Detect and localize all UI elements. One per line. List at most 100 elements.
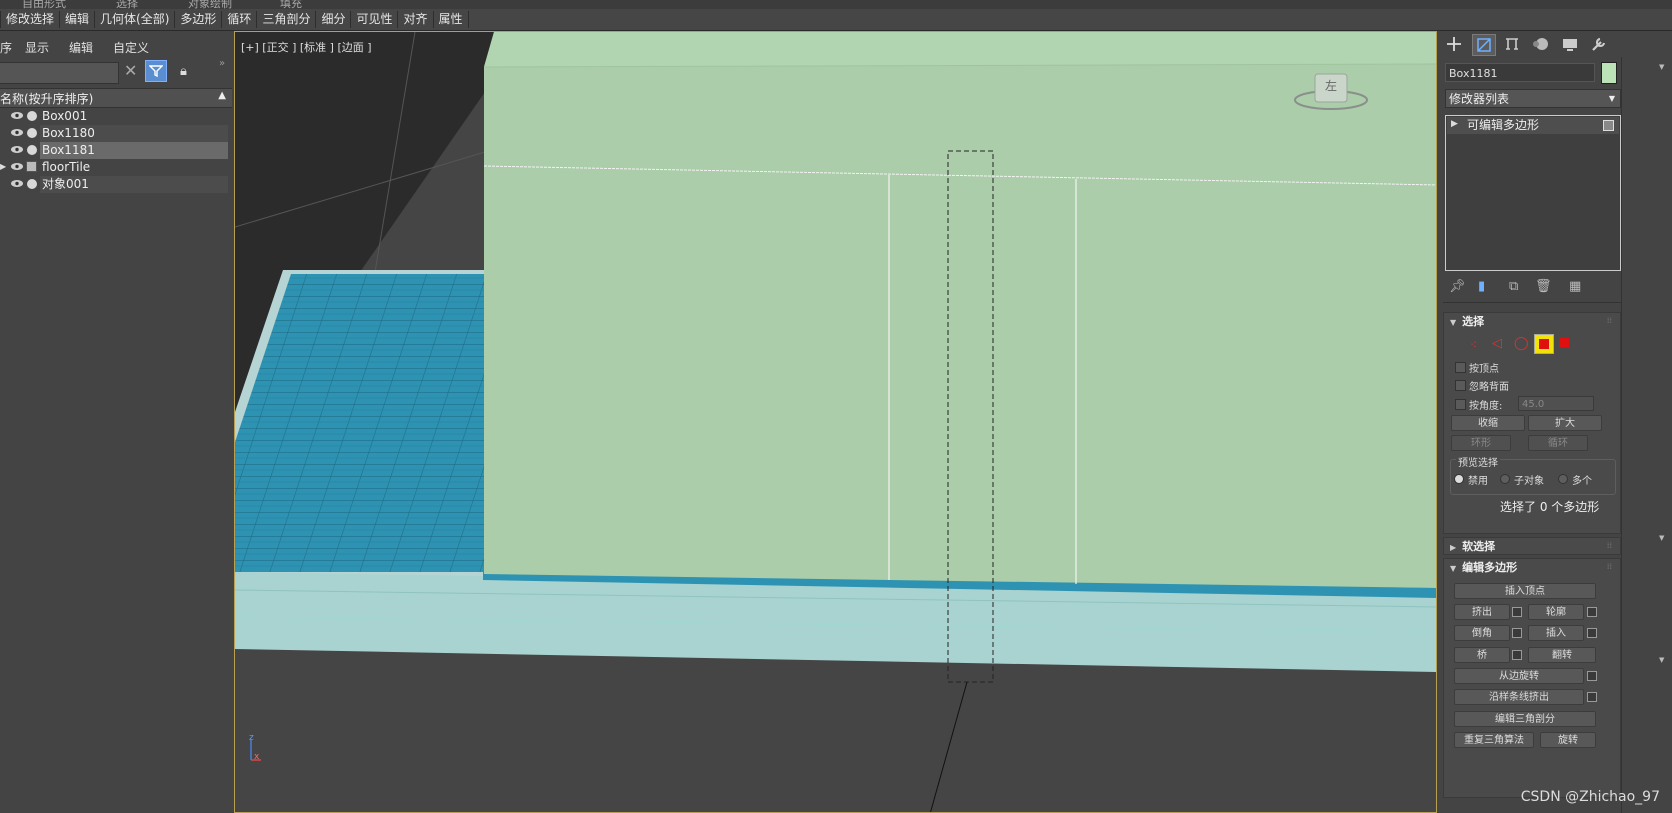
shrink-button[interactable]: 收缩 bbox=[1451, 415, 1525, 431]
ribbon-subdivision[interactable]: 细分 bbox=[316, 11, 352, 28]
insert-vertex-button[interactable]: 插入顶点 bbox=[1454, 583, 1596, 599]
filter-icon[interactable] bbox=[145, 60, 167, 82]
retriangulate-button[interactable]: 重复三角算法 bbox=[1454, 732, 1534, 748]
eye-icon[interactable] bbox=[10, 111, 24, 120]
bridge-settings-icon[interactable] bbox=[1512, 650, 1522, 660]
viewcube[interactable]: 左 bbox=[1291, 68, 1371, 123]
ribbon-loops[interactable]: 循环 bbox=[222, 11, 258, 28]
drag-handle-icon[interactable]: ⁞⁞ bbox=[1607, 316, 1612, 325]
make-unique-icon[interactable]: ⧉ bbox=[1509, 279, 1518, 294]
border-mode-icon[interactable]: ◯ bbox=[1514, 336, 1529, 351]
viewport-label-menu[interactable]: [+] [正交 ] [标准 ] [边面 ] bbox=[241, 39, 372, 55]
polygon-mode-icon[interactable] bbox=[1534, 334, 1554, 354]
pin-stack-icon[interactable]: 📌︎ bbox=[1449, 279, 1466, 294]
eye-icon[interactable] bbox=[10, 145, 24, 154]
modifier-list-dropdown[interactable]: 修改器列表 ▼ bbox=[1445, 89, 1621, 108]
angle-spinner[interactable]: 45.0 bbox=[1518, 396, 1594, 411]
name-column-header[interactable]: 名称(按升序排序) ▲ bbox=[0, 88, 232, 108]
display-tab-icon[interactable] bbox=[1559, 34, 1583, 56]
expand-arrow-icon[interactable]: ▶ bbox=[1451, 119, 1458, 129]
element-mode-icon[interactable]: ■ bbox=[1558, 335, 1570, 350]
extrude-button[interactable]: 挤出 bbox=[1454, 604, 1510, 620]
inset-settings-icon[interactable] bbox=[1587, 628, 1597, 638]
ribbon-align[interactable]: 对齐 bbox=[398, 11, 434, 28]
freeze-icon[interactable] bbox=[27, 111, 37, 121]
preview-off-radio[interactable] bbox=[1454, 474, 1464, 484]
hinge-settings-icon[interactable] bbox=[1587, 671, 1597, 681]
extrude-along-spline-button[interactable]: 沿样条线挤出 bbox=[1454, 689, 1584, 705]
eye-icon[interactable] bbox=[10, 179, 24, 188]
outline-button[interactable]: 轮廓 bbox=[1528, 604, 1584, 620]
list-item[interactable]: 对象001 bbox=[0, 176, 232, 193]
stack-item-editable-poly[interactable]: ▶ 可编辑多边形 bbox=[1447, 117, 1619, 134]
explorer-menu-display[interactable]: 显示 bbox=[25, 39, 49, 56]
freeze-icon[interactable] bbox=[27, 179, 37, 189]
explorer-menu-select[interactable]: 序 bbox=[0, 39, 12, 56]
clear-search-icon[interactable]: ✕ bbox=[124, 61, 137, 80]
panel-scrollbar[interactable]: ▼ ▼ ▼ bbox=[1657, 61, 1669, 801]
freeze-icon[interactable] bbox=[27, 128, 37, 138]
by-angle-checkbox[interactable] bbox=[1455, 399, 1466, 410]
configure-sets-icon[interactable]: ▦ bbox=[1569, 279, 1581, 294]
show-end-result-icon[interactable]: ▮ bbox=[1478, 279, 1485, 294]
ribbon-visibility[interactable]: 可见性 bbox=[351, 11, 399, 28]
extrude-settings-icon[interactable] bbox=[1512, 607, 1522, 617]
bevel-button[interactable]: 倒角 bbox=[1454, 625, 1510, 641]
rollout-header[interactable]: ▼ 选择 bbox=[1450, 313, 1484, 331]
edit-triangulation-button[interactable]: 编辑三角剖分 bbox=[1454, 711, 1596, 727]
lock-icon[interactable]: 🔒︎ bbox=[180, 64, 187, 79]
loop-button[interactable]: 循环 bbox=[1528, 435, 1588, 451]
eye-icon[interactable] bbox=[10, 162, 24, 171]
edge-mode-icon[interactable]: ◁ bbox=[1492, 336, 1502, 351]
list-item[interactable]: Box001 bbox=[0, 108, 232, 125]
explorer-menu-edit[interactable]: 编辑 bbox=[69, 39, 93, 56]
drag-handle-icon[interactable]: ⁞⁞ bbox=[1607, 562, 1612, 571]
extrude-spline-settings-icon[interactable] bbox=[1587, 692, 1597, 702]
preview-subobject-radio[interactable] bbox=[1500, 474, 1510, 484]
create-tab-icon[interactable] bbox=[1443, 34, 1467, 56]
preview-multi-radio[interactable] bbox=[1558, 474, 1568, 484]
stack-toggle-icon[interactable] bbox=[1603, 120, 1614, 131]
expand-arrow-icon[interactable]: ▶ bbox=[0, 162, 6, 171]
flip-button[interactable]: 翻转 bbox=[1528, 647, 1596, 663]
rollout-header[interactable]: ▶ 软选择 bbox=[1450, 538, 1495, 556]
eye-icon[interactable] bbox=[10, 128, 24, 137]
ribbon-properties[interactable]: 属性 bbox=[434, 11, 469, 28]
list-item[interactable]: Box1180 bbox=[0, 125, 232, 142]
rollout-header[interactable]: ▼ 编辑多边形 bbox=[1450, 559, 1517, 577]
grow-button[interactable]: 扩大 bbox=[1528, 415, 1602, 431]
remove-modifier-icon[interactable]: 🗑︎ bbox=[1535, 279, 1552, 294]
ribbon-edit[interactable]: 编辑 bbox=[60, 11, 96, 28]
freeze-icon[interactable] bbox=[27, 145, 37, 155]
ribbon-polygons[interactable]: 多边形 bbox=[175, 11, 223, 28]
object-name-field[interactable]: Box1181 bbox=[1445, 63, 1595, 82]
list-item[interactable]: ▶ floorTile bbox=[0, 159, 232, 176]
ribbon-modify-selection[interactable]: 修改选择 bbox=[0, 11, 61, 28]
modifier-stack[interactable]: ▶ 可编辑多边形 bbox=[1445, 115, 1621, 271]
panel-divider bbox=[1621, 57, 1622, 813]
drag-handle-icon[interactable]: ⁞⁞ bbox=[1607, 541, 1612, 550]
bridge-button[interactable]: 桥 bbox=[1454, 647, 1510, 663]
motion-tab-icon[interactable] bbox=[1530, 34, 1554, 56]
modify-tab-icon[interactable] bbox=[1472, 34, 1496, 56]
ribbon-geometry-all[interactable]: 几何体(全部) bbox=[95, 11, 176, 28]
ring-button[interactable]: 环形 bbox=[1451, 435, 1511, 451]
by-vertex-checkbox[interactable] bbox=[1455, 362, 1466, 373]
vertex-mode-icon[interactable]: ⁖ bbox=[1470, 338, 1477, 352]
list-item-selected[interactable]: Box1181 bbox=[0, 142, 232, 159]
bevel-settings-icon[interactable] bbox=[1512, 628, 1522, 638]
hinge-from-edge-button[interactable]: 从边旋转 bbox=[1454, 668, 1584, 684]
outline-settings-icon[interactable] bbox=[1587, 607, 1597, 617]
preview-subobject-label: 子对象 bbox=[1514, 476, 1544, 487]
hierarchy-tab-icon[interactable] bbox=[1501, 34, 1525, 56]
ignore-backfacing-checkbox[interactable] bbox=[1455, 380, 1466, 391]
ribbon-tris[interactable]: 三角剖分 bbox=[257, 11, 317, 28]
expand-more-icon[interactable]: » bbox=[219, 58, 225, 69]
object-color-swatch[interactable] bbox=[1601, 62, 1617, 84]
turn-button[interactable]: 旋转 bbox=[1540, 732, 1596, 748]
viewport-left[interactable]: [+] [正交 ] [标准 ] [边面 ] z x 左 bbox=[234, 31, 1437, 813]
utilities-tab-icon[interactable] bbox=[1588, 34, 1612, 56]
inset-button[interactable]: 插入 bbox=[1528, 625, 1584, 641]
explorer-menu-customize[interactable]: 自定义 bbox=[113, 39, 149, 56]
explorer-search-input[interactable] bbox=[0, 62, 119, 84]
